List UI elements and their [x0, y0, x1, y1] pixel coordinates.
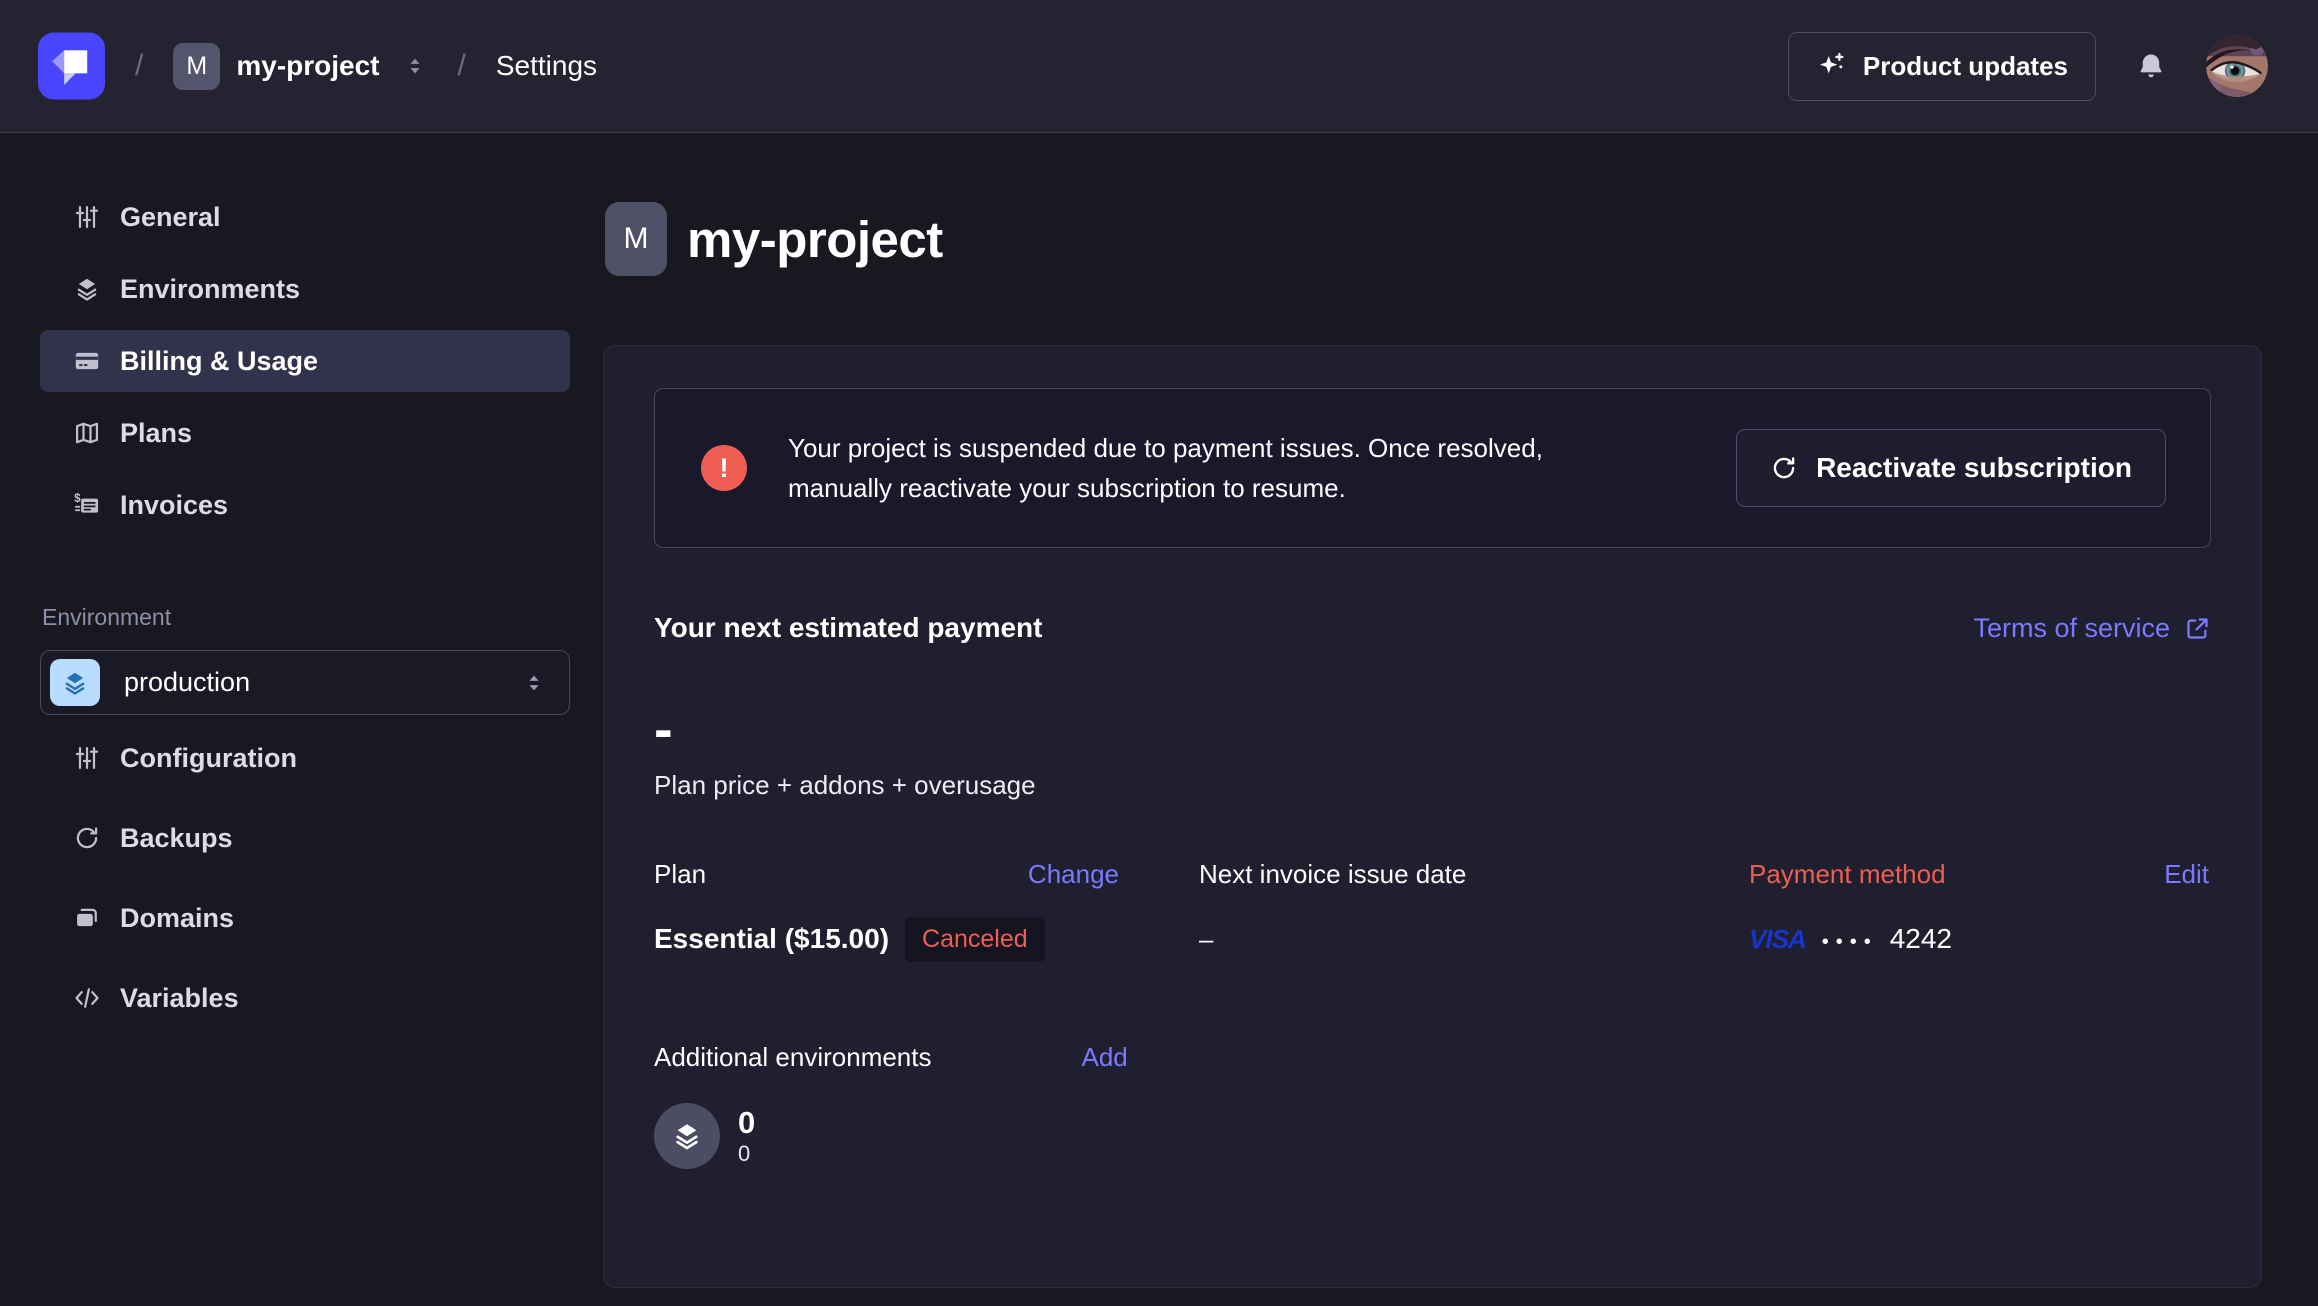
change-plan-link[interactable]: Change: [1028, 859, 1119, 890]
notifications-bell-icon[interactable]: [2136, 51, 2166, 81]
visa-logo: VISA: [1749, 924, 1806, 955]
strapi-logo-icon[interactable]: [38, 31, 105, 101]
sidebar-item-plans[interactable]: Plans: [40, 402, 570, 464]
next-invoice-value: –: [1199, 924, 1213, 955]
sparkles-icon: [1816, 50, 1848, 82]
app-root: / M my-project / Settings: [0, 0, 2318, 1306]
card-last4: 4242: [1890, 923, 1952, 955]
project-initial-badge: M: [173, 43, 220, 90]
main-content: M my-project ! Your project is suspended…: [595, 134, 2318, 1306]
plan-value: Essential ($15.00): [654, 923, 889, 955]
payment-method-label: Payment method: [1749, 859, 1946, 890]
svg-text:$: $: [74, 492, 81, 505]
invoice-column: Next invoice issue date –: [1199, 859, 1749, 964]
sidebar-item-label: General: [120, 202, 221, 233]
edit-payment-link[interactable]: Edit: [2164, 859, 2209, 890]
sidebar-item-domains[interactable]: Domains: [40, 887, 570, 949]
credit-card-icon: [73, 347, 101, 375]
sidebar-item-variables[interactable]: Variables: [40, 967, 570, 1029]
environments-count-value: 0: [738, 1105, 755, 1141]
project-header: M my-project: [605, 202, 2318, 276]
sliders-icon: [73, 744, 101, 772]
breadcrumb-project-switcher[interactable]: M my-project: [173, 43, 427, 90]
product-updates-button[interactable]: Product updates: [1788, 32, 2096, 101]
sidebar-item-label: Configuration: [120, 743, 297, 774]
alert-message-line1: Your project is suspended due to payment…: [788, 428, 1543, 468]
code-icon: [73, 984, 101, 1012]
reactivate-subscription-button[interactable]: Reactivate subscription: [1736, 429, 2166, 507]
chevron-up-down-icon: [402, 53, 428, 79]
alert-exclamation-icon: !: [701, 445, 747, 491]
environments-count-row: 0 0: [654, 1103, 2211, 1169]
additional-environments-label: Additional environments: [654, 1042, 932, 1073]
plan-status-badge: Canceled: [905, 917, 1045, 962]
plan-label: Plan: [654, 859, 706, 890]
breadcrumb-separator: /: [458, 49, 466, 83]
estimate-formula: Plan price + addons + overusage: [654, 770, 2211, 801]
sidebar-item-configuration[interactable]: Configuration: [40, 727, 570, 789]
environment-layers-icon: [50, 659, 100, 706]
plan-column: Plan Change Essential ($15.00) Canceled: [654, 859, 1199, 964]
sidebar-item-label: Domains: [120, 903, 234, 934]
alert-message: Your project is suspended due to payment…: [788, 428, 1543, 508]
reactivate-subscription-label: Reactivate subscription: [1816, 452, 2132, 484]
page-title: my-project: [687, 210, 943, 269]
product-updates-label: Product updates: [1863, 51, 2068, 82]
environment-select-value: production: [124, 667, 250, 698]
sidebar-item-label: Plans: [120, 418, 192, 449]
invoice-icon: $: [73, 491, 101, 519]
estimated-amount: -: [654, 716, 2211, 742]
environments-count: 0 0: [738, 1103, 755, 1169]
sidebar-item-label: Invoices: [120, 490, 228, 521]
additional-environments-header: Additional environments Add: [654, 1042, 2211, 1073]
environment-settings-nav: Configuration Backups Domains: [40, 727, 570, 1029]
alert-message-line2: manually reactivate your subscription to…: [788, 468, 1543, 508]
sidebar-item-invoices[interactable]: $ Invoices: [40, 474, 570, 536]
rotate-icon: [1770, 454, 1798, 482]
card-number-dots: ••••: [1822, 931, 1878, 954]
breadcrumb-page[interactable]: Settings: [496, 50, 597, 82]
breadcrumb-separator: /: [135, 49, 143, 83]
sidebar-item-billing-usage[interactable]: Billing & Usage: [40, 330, 570, 392]
project-settings-nav: General Environments: [40, 186, 570, 536]
rotate-icon: [73, 824, 101, 852]
next-invoice-label: Next invoice issue date: [1199, 859, 1466, 890]
top-navbar: / M my-project / Settings: [0, 0, 2318, 133]
sliders-icon: [73, 203, 101, 231]
settings-sidebar: General Environments: [0, 134, 595, 1306]
section-title: Your next estimated payment: [654, 612, 1042, 644]
layers-icon: [654, 1103, 720, 1169]
sidebar-item-backups[interactable]: Backups: [40, 807, 570, 869]
billing-card: ! Your project is suspended due to payme…: [603, 345, 2262, 1288]
navbar-actions: Product updates: [1788, 32, 2268, 101]
folders-icon: [73, 904, 101, 932]
sidebar-item-label: Variables: [120, 983, 239, 1014]
project-initial-badge: M: [605, 202, 667, 276]
payment-method-column: Payment method Edit VISA •••• 4242: [1749, 859, 2211, 964]
terms-of-service-link[interactable]: Terms of service: [1973, 613, 2211, 644]
sidebar-item-label: Billing & Usage: [120, 346, 318, 377]
map-icon: [73, 419, 101, 447]
layers-icon: [73, 275, 101, 303]
billing-details-grid: Plan Change Essential ($15.00) Canceled …: [654, 859, 2211, 964]
chevron-up-down-icon: [521, 670, 547, 696]
sidebar-item-label: Environments: [120, 274, 300, 305]
sidebar-item-general[interactable]: General: [40, 186, 570, 248]
breadcrumb-project-name: my-project: [236, 50, 379, 82]
environment-select[interactable]: production: [40, 650, 570, 715]
environments-subcount-value: 0: [738, 1141, 755, 1167]
sidebar-item-environments[interactable]: Environments: [40, 258, 570, 320]
payment-section-header: Your next estimated payment Terms of ser…: [654, 612, 2211, 644]
external-link-icon: [2184, 615, 2211, 642]
add-environment-link[interactable]: Add: [1082, 1042, 1128, 1073]
user-avatar[interactable]: [2206, 35, 2268, 97]
breadcrumb: / M my-project / Settings: [38, 31, 597, 101]
terms-of-service-label: Terms of service: [1973, 613, 2170, 644]
sidebar-item-label: Backups: [120, 823, 233, 854]
suspension-alert: ! Your project is suspended due to payme…: [654, 388, 2211, 548]
environment-section-label: Environment: [40, 604, 570, 631]
